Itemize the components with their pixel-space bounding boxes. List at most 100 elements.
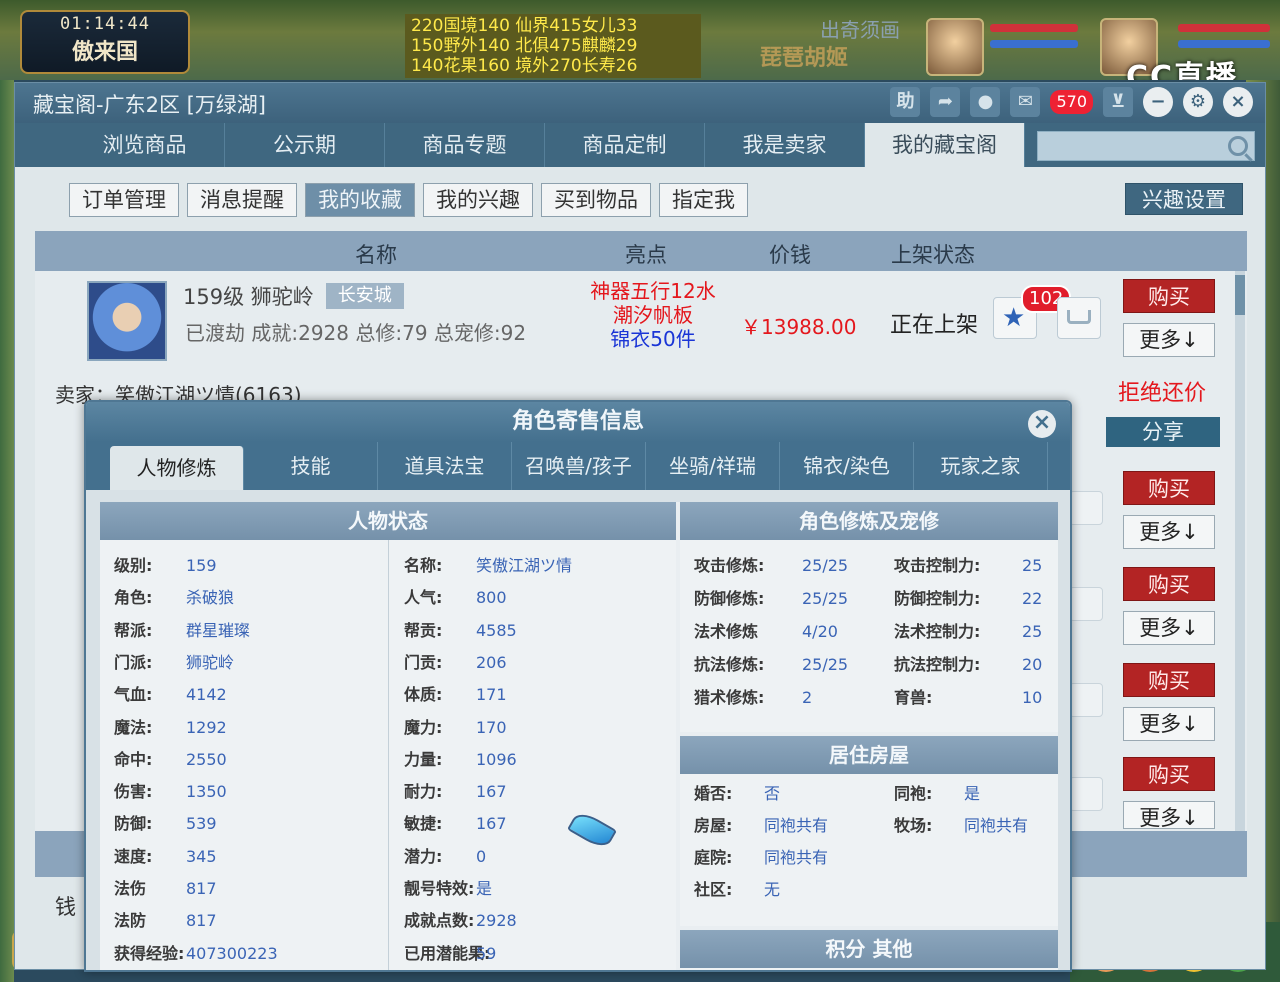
game-top-hud: 01:14:44 傲来国 220国境140 仙界415女儿33 150野外140… <box>0 0 1280 80</box>
info-row: 防御: 539 <box>114 810 217 834</box>
mp-bar <box>990 40 1078 48</box>
close-icon[interactable]: × <box>1028 410 1056 438</box>
info-row: 门派: 狮驼岭 <box>114 649 234 673</box>
info-row: 魔法: 1292 <box>114 714 227 738</box>
price: ￥13988.00 <box>741 315 857 339</box>
share-arrow-icon[interactable]: ➦ <box>930 87 961 117</box>
panel-title: 角色修炼及宠修 <box>680 502 1058 540</box>
subtab-favorites[interactable]: 我的收藏 <box>305 183 415 217</box>
character-portrait[interactable] <box>87 281 167 361</box>
sub-tabs: 订单管理 消息提醒 我的收藏 我的兴趣 买到物品 指定我 兴趣设置 <box>15 167 1265 221</box>
cart-icon[interactable] <box>1069 777 1103 811</box>
stats-line: 140花果160 境外270长寿26 <box>411 56 638 76</box>
help-button[interactable]: 助 <box>890 87 921 117</box>
nav-my-treasure[interactable]: 我的藏宝阁 <box>865 123 1025 167</box>
record-icon[interactable]: ● <box>970 87 1001 117</box>
nav-custom[interactable]: 商品定制 <box>545 123 705 167</box>
subtab-orders[interactable]: 订单管理 <box>69 183 179 217</box>
points-panel: 积分 其他 <box>680 930 1058 970</box>
subtab-purchased[interactable]: 买到物品 <box>541 183 651 217</box>
more-button[interactable]: 更多↓ <box>1123 707 1215 741</box>
info-key: 帮贡: <box>404 620 443 640</box>
info-key: 攻击控制力: <box>894 556 981 575</box>
nav-public[interactable]: 公示期 <box>225 123 385 167</box>
more-button[interactable]: 更多↓ <box>1123 801 1215 830</box>
info-value: 539 <box>186 814 217 834</box>
more-button[interactable]: 更多↓ <box>1123 611 1215 645</box>
cart-icon[interactable] <box>1069 491 1103 525</box>
subtab-assigned[interactable]: 指定我 <box>659 183 748 217</box>
buy-button[interactable]: 购买 <box>1123 471 1215 505</box>
tab-mounts[interactable]: 坐骑/祥瑞 <box>646 442 780 490</box>
info-row: 社区: 无 <box>694 876 780 900</box>
info-value: 800 <box>476 588 507 608</box>
settings-gear-icon[interactable]: ⚙ <box>1183 87 1213 117</box>
buy-button[interactable]: 购买 <box>1123 567 1215 601</box>
tab-summons[interactable]: 召唤兽/孩子 <box>512 442 646 490</box>
info-row: 法伤 817 <box>114 875 217 899</box>
info-key: 帮派: <box>114 620 153 640</box>
info-key: 级别: <box>114 556 153 575</box>
info-value: 狮驼岭 <box>186 652 235 672</box>
info-key: 防御: <box>114 814 153 834</box>
search-input[interactable] <box>1038 132 1224 160</box>
more-button[interactable]: 更多↓ <box>1123 515 1215 549</box>
nav-seller[interactable]: 我是卖家 <box>705 123 865 167</box>
interest-settings-button[interactable]: 兴趣设置 <box>1125 183 1243 215</box>
info-key: 命中: <box>114 749 153 769</box>
cart-icon[interactable] <box>1069 587 1103 621</box>
info-key: 潜力: <box>404 846 443 866</box>
buy-button[interactable]: 购买 <box>1123 757 1215 791</box>
info-key: 社区: <box>694 880 733 899</box>
close-window-icon[interactable]: × <box>1223 87 1253 117</box>
info-row: 力量: 1096 <box>404 746 517 770</box>
info-key: 育兽: <box>894 688 933 707</box>
info-value: 同袍共有 <box>964 816 1029 835</box>
info-value: 1096 <box>476 749 517 769</box>
nav-topics[interactable]: 商品专题 <box>385 123 545 167</box>
char-details: 已渡劫 成就:2928 总修:79 总宠修:92 <box>185 321 527 345</box>
search-icon[interactable] <box>1228 136 1248 156</box>
info-value: 0 <box>476 846 487 866</box>
list-scrollbar[interactable] <box>1235 271 1245 831</box>
info-key: 耐力: <box>404 782 443 802</box>
info-key: 房屋: <box>694 816 733 835</box>
pet-avatar[interactable] <box>926 18 984 76</box>
info-value: 同袍共有 <box>764 816 829 835</box>
cart-icon[interactable]: ⊻ <box>1103 87 1133 117</box>
tab-items[interactable]: 道具法宝 <box>378 442 512 490</box>
scrollbar-thumb[interactable] <box>1235 275 1245 315</box>
minimize-icon[interactable]: − <box>1143 87 1173 117</box>
info-row: 攻击控制力: 25 <box>894 552 1042 576</box>
tab-character[interactable]: 人物修炼 <box>110 446 244 490</box>
info-value: 2 <box>802 688 813 707</box>
share-button[interactable]: 分享 <box>1106 417 1220 447</box>
info-key: 法术修炼 <box>694 622 759 641</box>
info-row: 帮派: 群星璀璨 <box>114 617 250 641</box>
subtab-messages[interactable]: 消息提醒 <box>187 183 297 217</box>
tab-home[interactable]: 玩家之家 <box>914 442 1048 490</box>
nav-browse[interactable]: 浏览商品 <box>65 123 225 167</box>
add-to-cart-button[interactable] <box>1057 297 1101 339</box>
info-row: 帮贡: 4585 <box>404 617 517 641</box>
tab-outfits[interactable]: 锦衣/染色 <box>780 442 914 490</box>
info-key: 已用潜能果: <box>404 943 491 963</box>
info-value: 159 <box>186 556 217 575</box>
tab-skills[interactable]: 技能 <box>244 442 378 490</box>
dialog-title: 角色寄售信息 <box>511 409 644 434</box>
more-button[interactable]: 更多↓ <box>1123 323 1215 357</box>
info-key: 伤害: <box>114 782 153 802</box>
highlights: 神器五行12水 潮汐帆板 锦衣50件 <box>583 279 723 351</box>
cart-icon[interactable] <box>1069 683 1103 717</box>
info-row: 成就点数:2928 <box>404 907 517 931</box>
message-icon[interactable]: ✉ <box>1010 87 1041 117</box>
star-icon: ★ <box>1002 303 1026 333</box>
hp-bar <box>1178 24 1270 32</box>
info-key: 牧场: <box>894 816 933 835</box>
divider <box>388 540 389 970</box>
buy-button[interactable]: 购买 <box>1123 279 1215 313</box>
buy-button[interactable]: 购买 <box>1123 663 1215 697</box>
cart-icon <box>1067 310 1091 324</box>
subtab-interests[interactable]: 我的兴趣 <box>423 183 533 217</box>
table-row[interactable]: 159级 狮驼岭 长安城 已渡劫 成就:2928 总修:79 总宠修:92 神器… <box>35 271 1235 379</box>
